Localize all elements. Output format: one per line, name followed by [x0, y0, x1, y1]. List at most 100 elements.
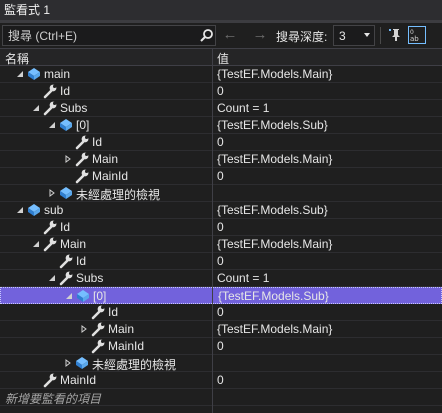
variable-value: 0: [217, 305, 224, 319]
variable-name: [0]: [93, 289, 107, 303]
column-divider[interactable]: [212, 49, 213, 413]
add-watch-row[interactable]: 新增要監看的項目: [0, 389, 442, 406]
variable-value: 0: [217, 135, 224, 149]
search-input[interactable]: [3, 26, 198, 45]
variable-name: sub: [44, 203, 64, 217]
watch-grid: 名稱 值 main {TestEF.Models.Main} Id 0 Subs Coun…: [0, 48, 442, 413]
variable-name: Id: [60, 84, 71, 98]
expanded-arrow-icon[interactable]: [48, 274, 56, 282]
wrench-icon: [75, 135, 89, 150]
variable-name: Subs: [60, 101, 88, 115]
variable-name: Id: [60, 220, 71, 234]
hex-display-icon[interactable]: 0 ab: [408, 26, 426, 44]
watch-row[interactable]: Subs Count = 1: [0, 270, 442, 287]
watch-row[interactable]: Subs Count = 1: [0, 100, 442, 117]
watch-row[interactable]: MainId 0: [0, 372, 442, 389]
add-watch-placeholder[interactable]: 新增要監看的項目: [5, 390, 101, 407]
variable-name: main: [44, 67, 71, 81]
variable-value: 0: [217, 254, 224, 268]
expanded-arrow-icon[interactable]: [65, 292, 73, 300]
toolbar-separator: [380, 27, 381, 44]
variable-value: 0: [217, 339, 224, 353]
expanded-arrow-icon[interactable]: [48, 121, 56, 129]
collapsed-arrow-icon[interactable]: [48, 189, 56, 197]
wrench-icon: [75, 169, 89, 184]
watch-row[interactable]: 未經處理的檢視: [0, 355, 442, 372]
object-icon: [76, 357, 88, 369]
wrench-icon: [59, 271, 73, 286]
wrench-icon: [91, 339, 105, 354]
collapsed-arrow-icon[interactable]: [64, 155, 72, 163]
object-icon: [60, 119, 72, 131]
variable-name: [0]: [76, 118, 90, 132]
variable-name: Id: [92, 135, 103, 149]
search-depth-value: 3: [339, 29, 346, 43]
toolbar: ← → 搜尋深度: 3 0 ab: [0, 23, 442, 48]
wrench-icon: [43, 220, 57, 235]
watch-row[interactable]: Main {TestEF.Models.Main}: [0, 321, 442, 338]
watch-row[interactable]: main {TestEF.Models.Main}: [0, 66, 442, 83]
collapsed-arrow-icon[interactable]: [64, 359, 72, 367]
search-depth-dropdown[interactable]: 3: [333, 25, 375, 46]
variable-value: Count = 1: [217, 101, 270, 115]
variable-value: 0: [217, 169, 224, 183]
variable-value: 0: [217, 84, 224, 98]
watch-row[interactable]: MainId 0: [0, 168, 442, 185]
search-back-arrow-icon[interactable]: ←: [222, 27, 238, 43]
watch-row[interactable]: Id 0: [0, 219, 442, 236]
variable-name: Id: [108, 305, 119, 319]
search-depth-label: 搜尋深度:: [276, 30, 328, 44]
variable-name: Id: [76, 254, 87, 268]
object-icon: [28, 68, 40, 80]
variable-name: 未經處理的檢視: [76, 188, 161, 202]
watch-row[interactable]: MainId 0: [0, 338, 442, 355]
watch-row[interactable]: 未經處理的檢視: [0, 185, 442, 202]
expanded-arrow-icon[interactable]: [16, 206, 24, 214]
value-column-header[interactable]: 值: [217, 50, 229, 67]
watch-row[interactable]: Id 0: [0, 253, 442, 270]
watch-row[interactable]: Id 0: [0, 134, 442, 151]
wrench-icon: [91, 305, 105, 320]
watch-window: 監看式 1 ← → 搜尋深度: 3 0 ab 名稱 值: [0, 0, 442, 413]
watch-row[interactable]: Id 0: [0, 304, 442, 321]
search-icon[interactable]: [199, 28, 215, 44]
wrench-icon: [43, 373, 57, 388]
expanded-arrow-icon[interactable]: [32, 240, 40, 248]
expanded-arrow-icon[interactable]: [32, 104, 40, 112]
variable-name: Subs: [76, 271, 104, 285]
svg-text:ab: ab: [410, 35, 419, 43]
watch-row[interactable]: [0] {TestEF.Models.Sub}: [0, 287, 442, 304]
variable-value: {TestEF.Models.Main}: [217, 322, 333, 336]
wrench-icon: [43, 84, 57, 99]
variable-name: MainId: [92, 169, 129, 183]
variable-name: MainId: [108, 339, 145, 353]
variable-value: {TestEF.Models.Main}: [217, 152, 333, 166]
watch-row[interactable]: sub {TestEF.Models.Sub}: [0, 202, 442, 219]
name-column-header[interactable]: 名稱: [5, 50, 29, 67]
column-header: 名稱 值: [0, 49, 442, 66]
wrench-icon: [43, 101, 57, 116]
watch-row[interactable]: Main {TestEF.Models.Main}: [0, 151, 442, 168]
variable-name: Main: [92, 152, 119, 166]
expanded-arrow-icon[interactable]: [16, 70, 24, 78]
collapsed-arrow-icon[interactable]: [80, 325, 88, 333]
wrench-icon: [43, 237, 57, 252]
pin-icon[interactable]: [386, 26, 404, 44]
watch-row[interactable]: [0] {TestEF.Models.Sub}: [0, 117, 442, 134]
variable-value: {TestEF.Models.Sub}: [217, 118, 328, 132]
variable-value: {TestEF.Models.Sub}: [217, 203, 328, 217]
search-forward-arrow-icon[interactable]: →: [252, 27, 268, 43]
variable-name: Main: [60, 237, 87, 251]
variable-value: {TestEF.Models.Sub}: [218, 289, 329, 303]
search-box[interactable]: [2, 25, 216, 46]
object-icon: [60, 187, 72, 199]
variable-name: Main: [108, 322, 135, 336]
variable-value: Count = 1: [217, 271, 270, 285]
chevron-down-icon: [364, 33, 370, 37]
window-title: 監看式 1: [0, 0, 442, 20]
wrench-icon: [75, 152, 89, 167]
watch-row[interactable]: Id 0: [0, 83, 442, 100]
watch-row[interactable]: Main {TestEF.Models.Main}: [0, 236, 442, 253]
variable-name: MainId: [60, 373, 97, 387]
object-icon: [77, 290, 89, 302]
